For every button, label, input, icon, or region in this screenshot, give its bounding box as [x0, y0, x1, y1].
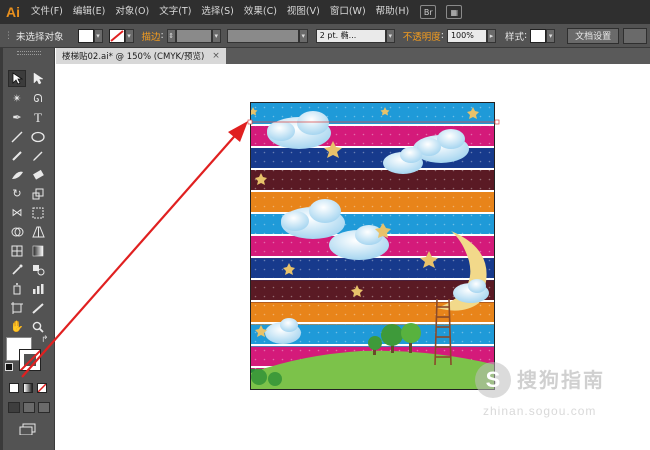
document-tab[interactable]: 楼梯贴02.ai* @ 150% (CMYK/预览) × — [56, 48, 226, 64]
menu-item-help[interactable]: 帮助(H) — [371, 0, 415, 24]
rotate-tool-icon[interactable]: ↻ — [8, 185, 26, 202]
stroke-weight-field[interactable] — [175, 28, 212, 43]
swap-fill-stroke-icon[interactable]: ↱ — [41, 335, 49, 345]
colon-separator: : — [523, 30, 528, 41]
blend-tool-icon[interactable] — [29, 261, 47, 278]
slice-tool-icon[interactable] — [29, 299, 47, 316]
menu-item-file[interactable]: 文件(F) — [26, 0, 68, 24]
default-fill-stroke-icon[interactable] — [5, 363, 13, 371]
profile-dropdown-icon[interactable]: ▾ — [298, 28, 308, 43]
sogou-logo-icon: S — [475, 362, 511, 398]
symbol-sprayer-tool-icon[interactable] — [8, 280, 26, 297]
type-tool-icon[interactable]: T — [29, 109, 47, 126]
stroke-label[interactable]: 描边 — [142, 29, 161, 43]
color-mode-icon[interactable] — [9, 383, 19, 393]
eraser-tool-icon[interactable] — [29, 166, 47, 183]
pen-tool-icon[interactable]: ✒ — [8, 109, 26, 126]
none-mode-icon[interactable] — [37, 383, 47, 393]
selection-status: 未选择对象 — [16, 31, 64, 43]
grip-icon: ⋮ — [4, 30, 13, 41]
tools-panel: ✴ ᘏ ✒ T ↻ ⋈ ✋ ↱ — [3, 48, 55, 450]
pencil-tool-icon[interactable] — [29, 147, 47, 164]
stripe-dot-pattern — [251, 191, 494, 215]
shape-builder-tool-icon[interactable] — [8, 223, 26, 240]
blob-brush-tool-icon[interactable] — [8, 166, 26, 183]
opacity-label[interactable]: 不透明度 — [403, 29, 441, 43]
document-tab-title: 楼梯贴02.ai* @ 150% (CMYK/预览) — [62, 52, 205, 62]
eyedropper-tool-icon[interactable] — [8, 261, 26, 278]
brush-definition-field[interactable]: 2 pt. 椭... — [315, 28, 386, 43]
menu-item-select[interactable]: 选择(S) — [196, 0, 238, 24]
brush-dropdown-icon[interactable]: ▾ — [385, 28, 395, 43]
menu-item-object[interactable]: 对象(O) — [110, 0, 154, 24]
line-tool-icon[interactable] — [8, 128, 26, 145]
menu-item-type[interactable]: 文字(T) — [154, 0, 196, 24]
stroke-swatch[interactable] — [108, 28, 125, 43]
watermark-text: 搜狗指南 — [517, 368, 605, 392]
graphic-style-swatch[interactable] — [530, 28, 547, 43]
width-tool-icon[interactable]: ⋈ — [8, 204, 26, 221]
screen-mode-icon[interactable] — [19, 420, 37, 436]
fill-swatch[interactable] — [77, 28, 94, 43]
stroke-weight-stepper[interactable]: ⇕ — [166, 28, 176, 43]
direct-selection-tool-icon[interactable] — [29, 70, 47, 87]
arrange-documents-icon[interactable]: ▦ — [446, 5, 463, 19]
selection-tool-icon[interactable] — [8, 70, 26, 87]
control-bar: ⋮ 未选择对象 ▾ ▾ 描边 : ⇕ ▾ ▾ 2 pt. 椭... ▾ 不透明度… — [0, 24, 650, 48]
draw-inside-icon[interactable] — [38, 402, 50, 413]
stroke-color-swatch[interactable] — [19, 349, 41, 371]
artboard-tool-icon[interactable] — [8, 299, 26, 316]
close-tab-icon[interactable]: × — [212, 51, 220, 61]
scale-tool-icon[interactable] — [29, 185, 47, 202]
ellipse-tool-icon[interactable] — [29, 128, 47, 145]
paintbrush-tool-icon[interactable] — [8, 147, 26, 164]
menu-item-edit[interactable]: 编辑(E) — [68, 0, 110, 24]
stair-sticker-artwork — [251, 103, 494, 389]
zoom-tool-icon[interactable] — [29, 318, 47, 335]
document-tab-bar: 楼梯贴02.ai* @ 150% (CMYK/预览) × — [56, 48, 650, 64]
hand-tool-icon[interactable]: ✋ — [8, 318, 26, 335]
artboard[interactable] — [250, 102, 495, 390]
opacity-dropdown-icon[interactable]: ▸ — [486, 28, 496, 43]
lasso-tool-icon[interactable]: ᘏ — [29, 90, 47, 107]
perspective-grid-tool-icon[interactable] — [29, 223, 47, 240]
variable-width-profile-field[interactable] — [226, 28, 299, 43]
magic-wand-tool-icon[interactable]: ✴ — [8, 90, 26, 107]
free-transform-tool-icon[interactable] — [29, 204, 47, 221]
panel-grip[interactable] — [17, 51, 41, 55]
watermark-url: zhinan.sogou.com — [483, 404, 597, 418]
preferences-button[interactable] — [623, 27, 648, 44]
stroke-dropdown-icon[interactable]: ▾ — [124, 28, 134, 43]
menu-item-window[interactable]: 窗口(W) — [325, 0, 371, 24]
stripe-dot-pattern — [251, 169, 494, 193]
opacity-field[interactable]: 100% — [446, 28, 487, 43]
draw-behind-icon[interactable] — [23, 402, 35, 413]
none-slash-icon — [20, 350, 40, 370]
menu-item-view[interactable]: 视图(V) — [282, 0, 325, 24]
menu-item-effect[interactable]: 效果(C) — [239, 0, 282, 24]
illustrator-window: Ai 文件(F) 编辑(E) 对象(O) 文字(T) 选择(S) 效果(C) 视… — [0, 0, 650, 450]
fill-dropdown-icon[interactable]: ▾ — [93, 28, 103, 43]
draw-normal-icon[interactable] — [8, 402, 20, 413]
bridge-icon[interactable]: Br — [420, 5, 437, 19]
stroke-weight-dropdown-icon[interactable]: ▾ — [211, 28, 221, 43]
gradient-mode-icon[interactable] — [23, 383, 33, 393]
document-setup-button[interactable]: 文档设置 — [567, 27, 620, 44]
style-label: 样式 — [504, 31, 524, 43]
style-dropdown-icon[interactable]: ▾ — [546, 28, 556, 43]
menu-bar: Ai 文件(F) 编辑(E) 对象(O) 文字(T) 选择(S) 效果(C) 视… — [0, 0, 650, 24]
colon-separator: : — [440, 30, 444, 41]
column-graph-tool-icon[interactable] — [29, 280, 47, 297]
watermark: S 搜狗指南 zhinan.sogou.com — [473, 360, 643, 430]
colon-separator: : — [160, 30, 164, 41]
none-slash-icon — [109, 29, 124, 42]
mesh-tool-icon[interactable] — [8, 242, 26, 259]
app-logo: Ai — [6, 4, 20, 20]
gradient-tool-icon[interactable] — [29, 242, 47, 259]
